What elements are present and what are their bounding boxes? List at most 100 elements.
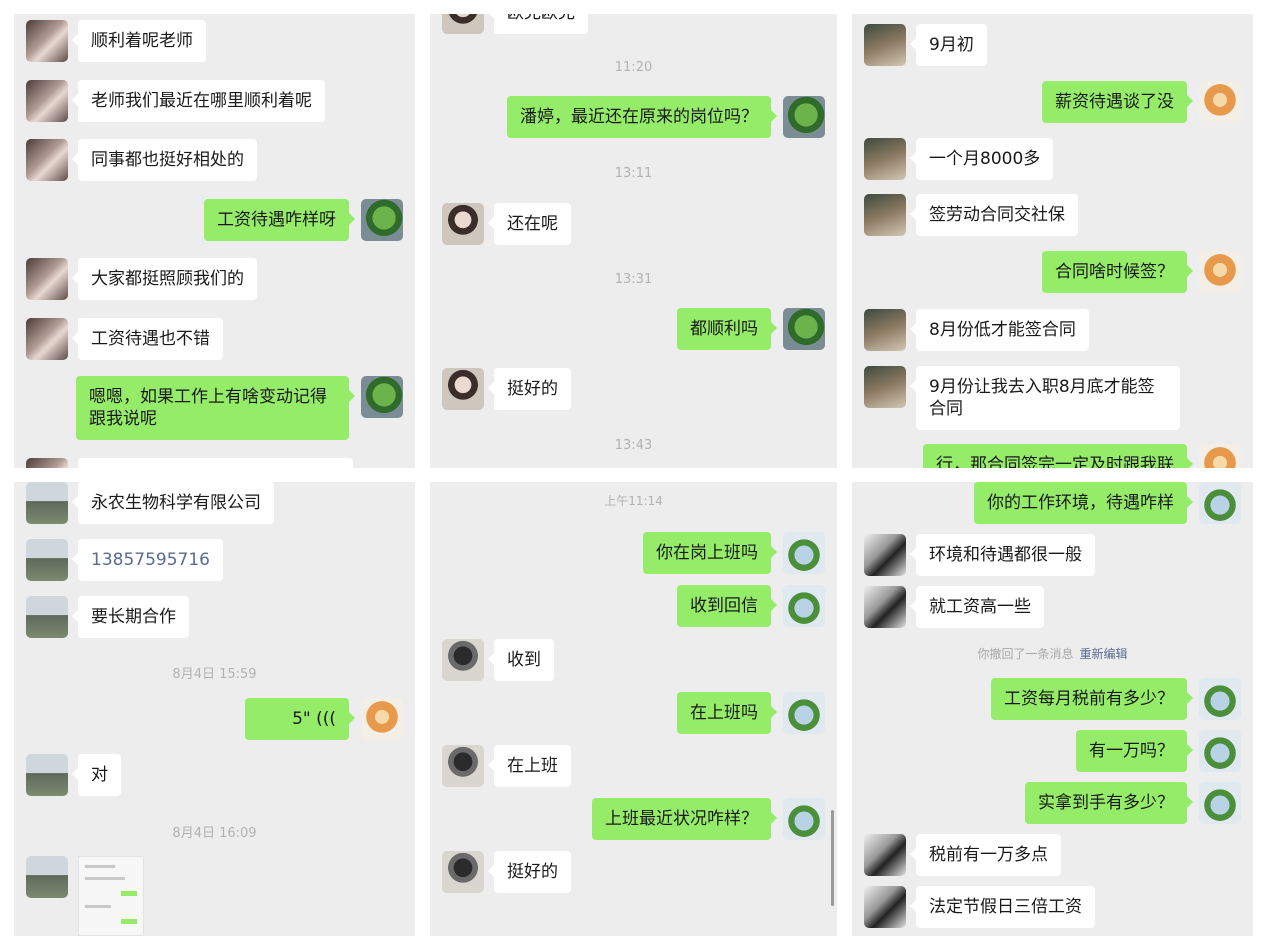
contact-avatar[interactable]: [442, 639, 484, 681]
message-row: 法定节假日三倍工资: [852, 886, 1253, 932]
my-avatar[interactable]: [783, 96, 825, 138]
message-bubble[interactable]: 实拿到手有多少？: [1025, 782, 1193, 824]
message-bubble[interactable]: 还在呢: [488, 203, 571, 245]
contact-avatar[interactable]: [26, 80, 68, 122]
my-avatar[interactable]: [1199, 730, 1241, 772]
message-bubble[interactable]: 在上班: [488, 745, 571, 787]
re-edit-link[interactable]: 重新编辑: [1080, 647, 1128, 661]
contact-avatar[interactable]: [26, 754, 68, 796]
scrollbar[interactable]: [831, 810, 834, 906]
contact-avatar[interactable]: [26, 539, 68, 581]
message-bubble[interactable]: 大家都挺照顾我们的: [72, 258, 257, 300]
my-avatar[interactable]: [1199, 81, 1241, 123]
message-bubble[interactable]: 环境和待遇都很一般: [910, 534, 1095, 576]
my-avatar[interactable]: [1199, 482, 1241, 524]
message-bubble[interactable]: 收到: [488, 639, 554, 681]
message-bubble[interactable]: 一个月8000多: [909, 138, 1054, 180]
message-bubble[interactable]: 同事都也挺好相处的: [72, 139, 257, 181]
contact-avatar[interactable]: [26, 318, 68, 360]
message-bubble[interactable]: 挺好的: [488, 368, 571, 410]
voice-message[interactable]: 5" (((: [245, 698, 355, 740]
my-avatar[interactable]: [783, 532, 825, 574]
message-row: 一个月8000多: [852, 138, 1253, 184]
contact-avatar[interactable]: [26, 856, 68, 898]
my-avatar[interactable]: [1199, 444, 1241, 468]
contact-avatar[interactable]: [26, 20, 68, 62]
message-bubble-partial[interactable]: [78, 458, 353, 468]
contact-avatar[interactable]: [864, 366, 906, 408]
message-bubble[interactable]: 合同啥时候签？: [1042, 251, 1193, 293]
message-row: 环境和待遇都很一般: [852, 534, 1253, 580]
timestamp: 13:11: [614, 166, 653, 181]
contact-avatar[interactable]: [864, 24, 906, 66]
message-bubble[interactable]: 工资待遇也不错: [72, 318, 223, 360]
message-bubble[interactable]: 上班最近状况咋样？: [592, 798, 777, 840]
message-bubble[interactable]: 要长期合作: [72, 596, 189, 638]
message-bubble[interactable]: 潘婷，最近还在原来的岗位吗？: [507, 96, 777, 138]
my-avatar[interactable]: [1199, 678, 1241, 720]
message-bubble[interactable]: 挺好的: [488, 851, 571, 893]
timestamp: 11:20: [614, 60, 653, 75]
chat-panel-3: 9月初 薪资待遇谈了没 一个月8000多 签劳动合同交社保 合同啥时候签？ 8月…: [852, 14, 1253, 468]
my-avatar[interactable]: [361, 698, 403, 740]
message-bubble[interactable]: 9月份让我去入职8月底才能签合同: [910, 366, 1180, 430]
message-bubble[interactable]: 工资待遇咋样呀: [204, 199, 355, 241]
message-bubble[interactable]: 永农生物科学有限公司: [72, 482, 274, 524]
contact-avatar[interactable]: [442, 368, 484, 410]
message-row: 上班最近状况咋样？: [430, 798, 837, 844]
contact-avatar[interactable]: [442, 14, 484, 34]
message-bubble[interactable]: 法定节假日三倍工资: [910, 886, 1095, 928]
my-avatar[interactable]: [783, 308, 825, 350]
message-bubble[interactable]: 行，那合同签完一定及时跟我联: [923, 444, 1193, 468]
my-avatar[interactable]: [783, 798, 825, 840]
message-bubble[interactable]: 税前有一万多点: [910, 834, 1061, 876]
timestamp: 上午11:14: [604, 494, 663, 508]
message-bubble[interactable]: 你的工作环境，待遇咋样: [974, 482, 1193, 524]
my-avatar[interactable]: [1199, 782, 1241, 824]
message-row: 实拿到手有多少？: [852, 782, 1253, 828]
contact-avatar[interactable]: [26, 482, 68, 524]
contact-avatar[interactable]: [442, 203, 484, 245]
message-bubble[interactable]: 欧克欧克: [488, 14, 588, 34]
contact-avatar[interactable]: [26, 596, 68, 638]
message-row: 就工资高一些: [852, 586, 1253, 632]
screenshot-image-message[interactable]: [78, 856, 144, 936]
contact-avatar[interactable]: [26, 139, 68, 181]
my-avatar[interactable]: [361, 376, 403, 418]
contact-avatar[interactable]: [864, 886, 906, 928]
contact-avatar[interactable]: [864, 586, 906, 628]
contact-avatar[interactable]: [864, 138, 906, 180]
message-bubble[interactable]: 9月初: [910, 24, 987, 66]
contact-avatar[interactable]: [442, 851, 484, 893]
my-avatar[interactable]: [783, 585, 825, 627]
message-bubble[interactable]: 嗯嗯，如果工作上有啥变动记得跟我说呢: [76, 376, 355, 440]
contact-avatar[interactable]: [26, 458, 68, 468]
my-avatar[interactable]: [361, 199, 403, 241]
message-bubble[interactable]: 对: [72, 754, 121, 796]
message-row: 9月初: [852, 24, 1253, 70]
message-bubble[interactable]: 都顺利吗: [677, 308, 777, 350]
message-bubble[interactable]: 老师我们最近在哪里顺利着呢: [72, 80, 325, 122]
message-bubble[interactable]: 就工资高一些: [910, 586, 1044, 628]
contact-avatar[interactable]: [864, 534, 906, 576]
message-bubble[interactable]: 在上班吗: [677, 692, 777, 734]
message-bubble[interactable]: 8月份低才能签合同: [910, 309, 1089, 351]
message-bubble[interactable]: 薪资待遇谈了没: [1042, 81, 1193, 123]
message-bubble[interactable]: 顺利着呢老师: [72, 20, 206, 62]
contact-avatar[interactable]: [864, 309, 906, 351]
phone-number-link[interactable]: 13857595716: [72, 539, 223, 581]
contact-avatar[interactable]: [864, 194, 906, 236]
contact-avatar[interactable]: [864, 834, 906, 876]
message-bubble[interactable]: 工资每月税前有多少？: [991, 678, 1193, 720]
my-avatar[interactable]: [783, 692, 825, 734]
message-row: 薪资待遇谈了没: [852, 81, 1253, 127]
message-row: 合同啥时候签？: [852, 251, 1253, 297]
message-row: 挺好的: [430, 368, 837, 414]
contact-avatar[interactable]: [442, 745, 484, 787]
message-bubble[interactable]: 收到回信: [677, 585, 777, 627]
message-bubble[interactable]: 签劳动合同交社保: [910, 194, 1078, 236]
contact-avatar[interactable]: [26, 258, 68, 300]
message-bubble[interactable]: 有一万吗？: [1076, 730, 1193, 772]
message-bubble[interactable]: 你在岗上班吗: [643, 532, 777, 574]
my-avatar[interactable]: [1199, 251, 1241, 293]
